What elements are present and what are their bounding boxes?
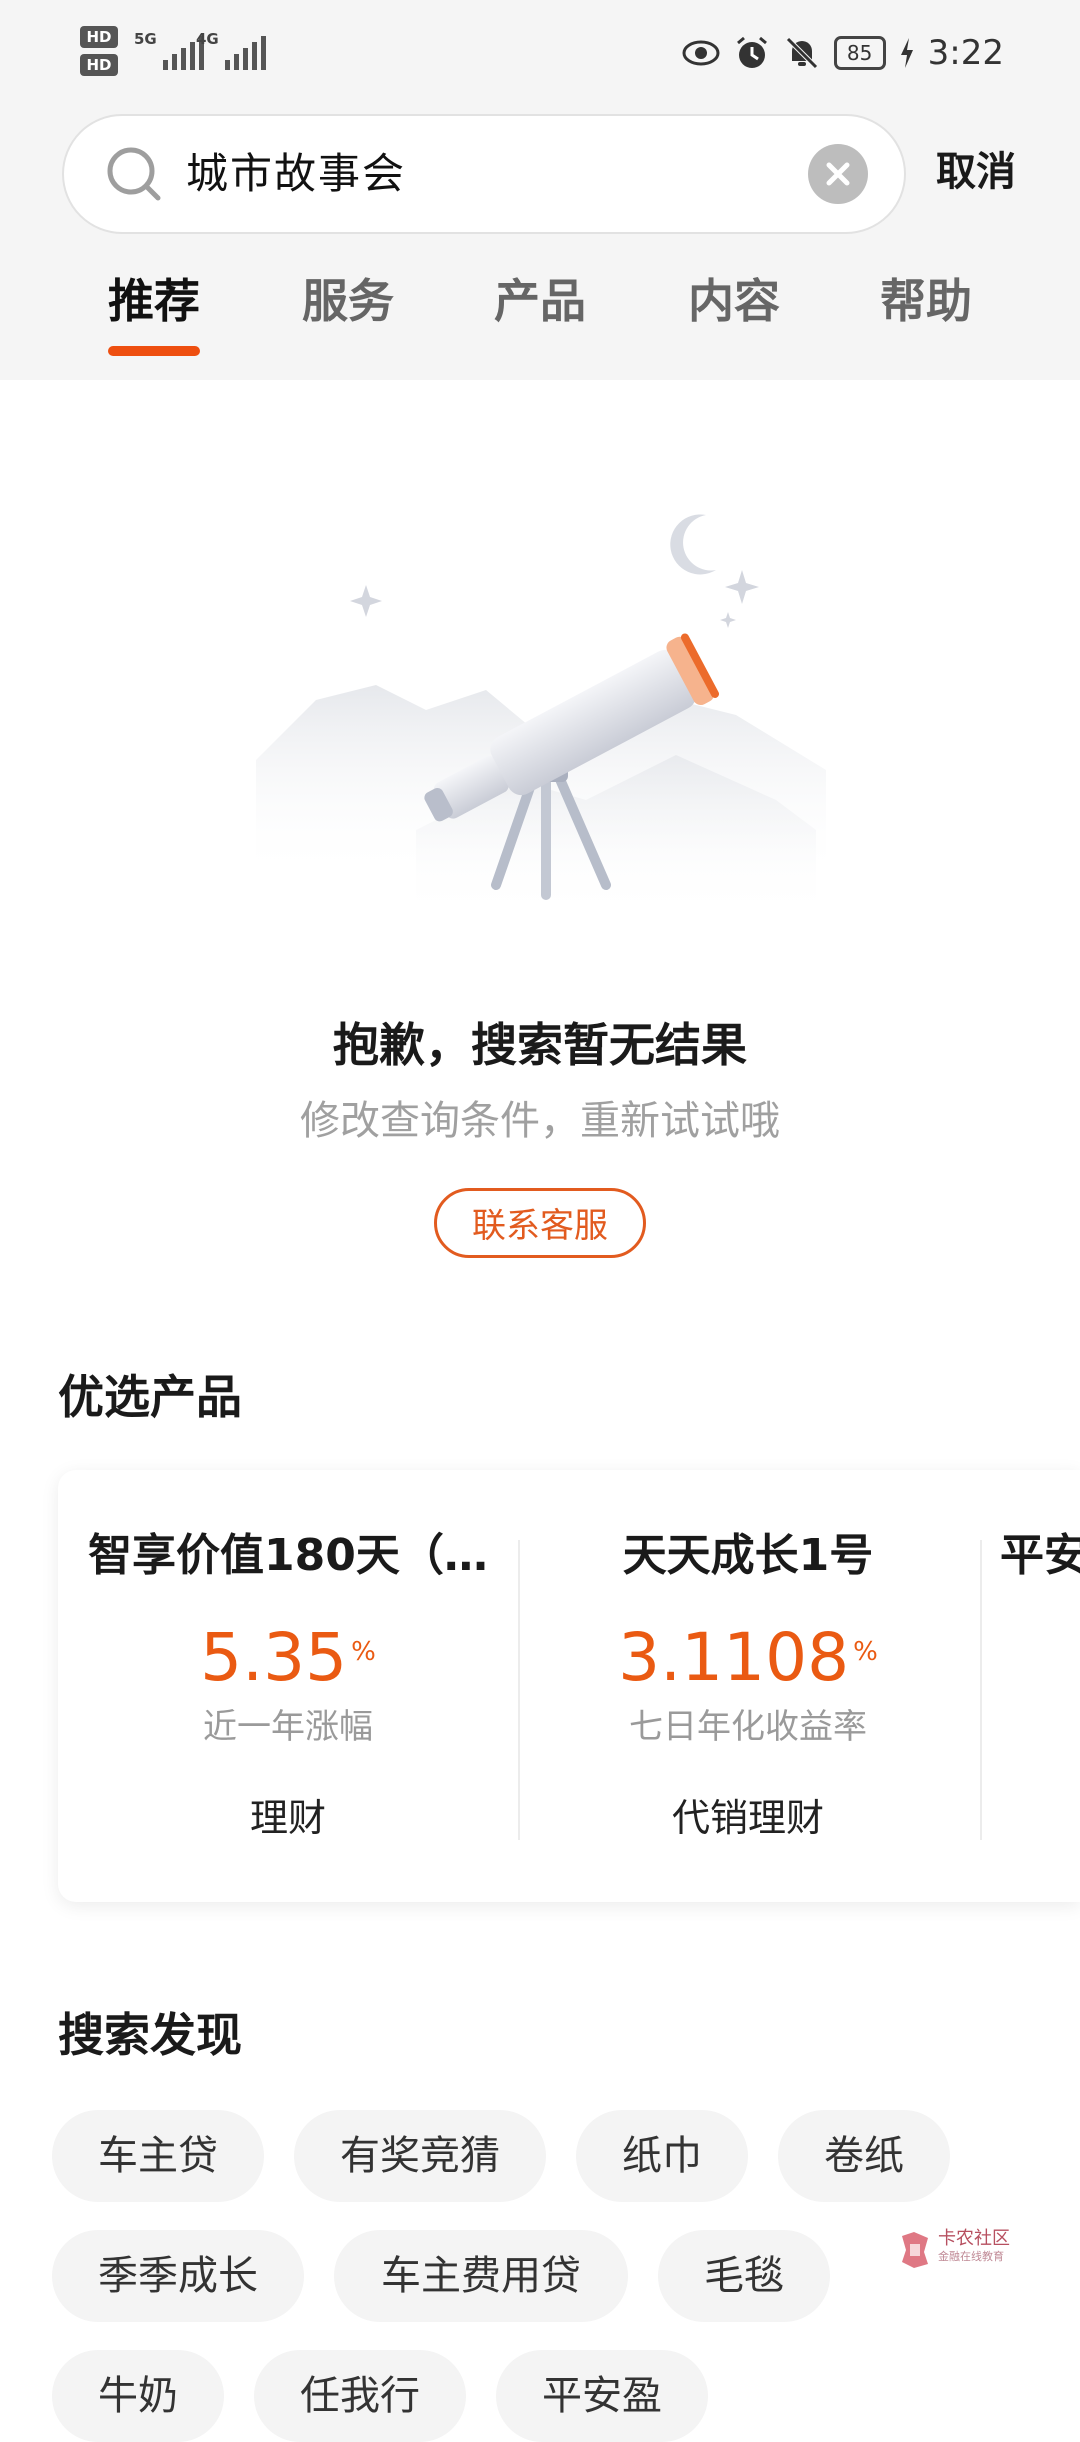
signal-4g-icon: 4G: [196, 30, 266, 70]
product-name: 天天成长1号: [622, 1530, 874, 1581]
product-carousel[interactable]: 智享价值180天（… 5.35% 近一年涨幅 理财 天天成长1号 3.1108%…: [58, 1470, 1080, 1902]
search-bar[interactable]: 城市故事会: [62, 114, 906, 234]
empty-result-title: 抱歉，搜索暂无结果: [333, 1018, 747, 1072]
watermark-text: 卡农社区: [938, 2228, 1010, 2249]
telescope-illustration: [256, 514, 826, 920]
search-discover-title: 搜索发现: [58, 2008, 242, 2062]
mute-bell-icon: [785, 37, 818, 69]
eye-icon: [682, 40, 720, 66]
active-tab-indicator: [108, 346, 200, 356]
product-name: 智享价值180天（…: [88, 1530, 488, 1581]
network-4g-label: 4G: [196, 30, 219, 48]
empty-result-subtitle: 修改查询条件，重新试试哦: [300, 1098, 780, 1144]
cancel-button[interactable]: 取消: [936, 142, 1016, 202]
discover-tag[interactable]: 车主贷: [52, 2110, 264, 2202]
product-card[interactable]: 智享价值180天（… 5.35% 近一年涨幅 理财: [58, 1470, 518, 1902]
product-card[interactable]: 平安: [1000, 1470, 1080, 1902]
product-name: 平安: [1000, 1530, 1080, 1581]
discover-tag[interactable]: 纸巾: [576, 2110, 748, 2202]
discover-tag[interactable]: 季季成长: [52, 2230, 304, 2322]
watermark-subtext: 金融在线教育: [938, 2250, 1004, 2263]
charging-icon: [900, 38, 913, 68]
watermark-logo: 卡农社区 金融在线教育: [898, 2228, 1022, 2272]
card-divider: [980, 1540, 982, 1840]
discover-tag[interactable]: 车主费用贷: [334, 2230, 628, 2322]
sim-indicators: HD HD: [80, 26, 118, 82]
discover-tag[interactable]: 牛奶: [52, 2350, 224, 2442]
rate-unit: %: [853, 1637, 878, 1667]
featured-products-title: 优选产品: [58, 1370, 242, 1424]
discover-tag[interactable]: 有奖竞猜: [294, 2110, 546, 2202]
tab-bar: 推荐 服务 产品 内容 帮助: [0, 266, 1080, 356]
watermark-icon: [902, 2232, 928, 2268]
product-type: 代销理财: [671, 1796, 824, 1840]
network-5g-label: 5G: [134, 30, 157, 48]
sim2-hd-badge: HD: [80, 54, 118, 76]
status-bar: HD HD 5G 4G 85 3:22: [0, 0, 1080, 108]
search-input[interactable]: 城市故事会: [186, 146, 406, 202]
rate-unit: %: [351, 1637, 376, 1667]
status-right: 85 3:22: [682, 28, 1004, 78]
alarm-icon: [736, 36, 767, 68]
signal-5g-icon: 5G: [134, 30, 204, 70]
product-rate-label: 七日年化收益率: [629, 1707, 867, 1747]
discover-tag[interactable]: 任我行: [254, 2350, 466, 2442]
contact-support-button[interactable]: 联系客服: [434, 1188, 646, 1258]
close-icon: [826, 162, 850, 186]
product-rate-label: 近一年涨幅: [203, 1707, 373, 1747]
discover-tag[interactable]: 卷纸: [778, 2110, 950, 2202]
product-card[interactable]: 天天成长1号 3.1108% 七日年化收益率 代销理财: [518, 1470, 978, 1902]
tab-products[interactable]: 产品: [470, 266, 610, 336]
tab-services[interactable]: 服务: [278, 266, 418, 336]
discover-tag[interactable]: 平安盈: [496, 2350, 708, 2442]
rate-value: 3.1108: [618, 1619, 850, 1696]
battery-indicator: 85: [833, 36, 886, 70]
tab-content[interactable]: 内容: [664, 266, 804, 336]
clear-search-button[interactable]: [808, 144, 868, 204]
product-rate: 5.35%: [58, 1618, 518, 1698]
product-type: 理财: [249, 1796, 326, 1840]
product-rate: 3.1108%: [518, 1618, 978, 1698]
clock: 3:22: [927, 33, 1004, 73]
search-icon: [107, 147, 161, 201]
rate-value: 5.35: [200, 1619, 348, 1696]
top-bar: HD HD 5G 4G 85 3:22 城市故事会 取消 推荐 服务 产品 内容…: [0, 0, 1080, 380]
discover-tag[interactable]: 毛毯: [658, 2230, 830, 2322]
sim1-hd-badge: HD: [80, 26, 118, 48]
tab-recommend[interactable]: 推荐: [84, 266, 224, 336]
tab-help[interactable]: 帮助: [856, 266, 996, 336]
